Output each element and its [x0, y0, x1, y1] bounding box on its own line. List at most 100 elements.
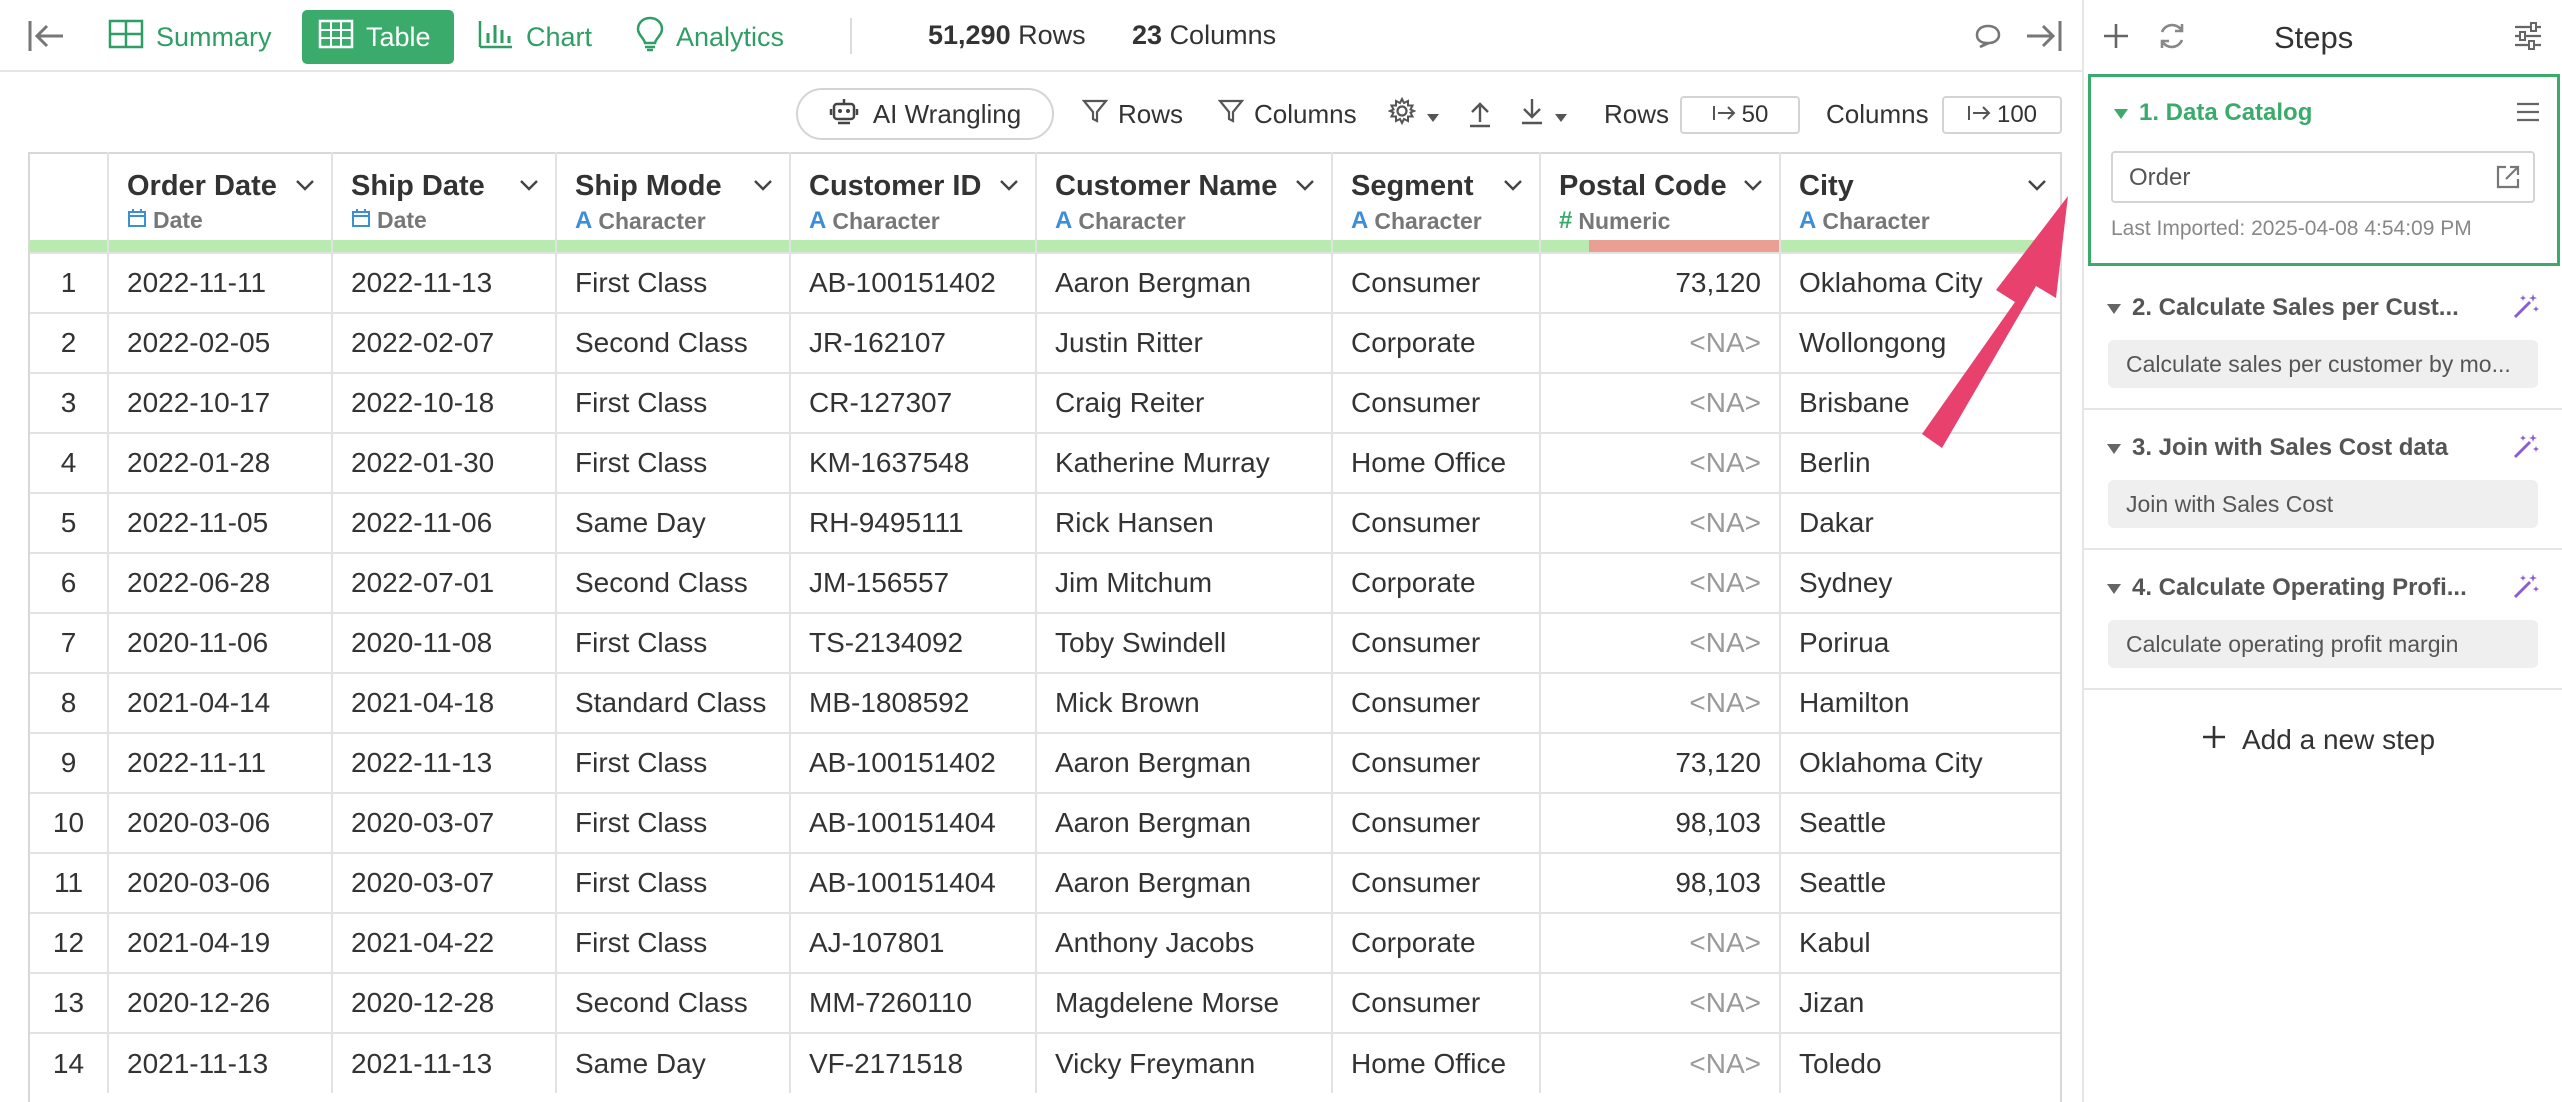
column-header[interactable]: Customer ID A Character: [790, 152, 1037, 253]
table-cell[interactable]: Consumer: [1332, 612, 1541, 673]
table-cell[interactable]: Brisbane: [1780, 372, 2060, 433]
sliders-icon[interactable]: [2508, 16, 2548, 56]
table-cell[interactable]: First Class: [556, 852, 791, 913]
step-1-title[interactable]: 1. Data Catalog: [2113, 99, 2312, 127]
table-cell[interactable]: 2022-10-17: [108, 372, 333, 433]
table-cell[interactable]: Kabul: [1780, 912, 2060, 973]
table-cell[interactable]: AJ-107801: [790, 912, 1037, 973]
table-cell[interactable]: Magdelene Morse: [1036, 972, 1333, 1033]
table-cell[interactable]: Home Office: [1332, 1032, 1541, 1093]
tab-analytics[interactable]: Analytics: [620, 10, 800, 64]
table-cell[interactable]: RH-9495111: [790, 492, 1037, 553]
table-cell[interactable]: Sydney: [1780, 552, 2060, 613]
table-row[interactable]: 13 2020-12-26 2020-12-28 Second Class MM-726…: [30, 972, 2060, 1033]
table-cell[interactable]: 2020-12-28: [332, 972, 557, 1033]
table-cell[interactable]: Mick Brown: [1036, 672, 1333, 733]
table-cell[interactable]: Consumer: [1332, 372, 1541, 433]
table-cell[interactable]: First Class: [556, 912, 791, 973]
table-row[interactable]: 6 2022-06-28 2022-07-01 Second Class JM-1565…: [30, 552, 2060, 613]
table-cell[interactable]: <NA>: [1540, 672, 1781, 733]
table-cell[interactable]: AB-100151404: [790, 792, 1037, 853]
chevron-down-icon[interactable]: [295, 178, 315, 196]
column-header[interactable]: Ship Mode A Character: [556, 152, 791, 253]
table-cell[interactable]: 2022-02-05: [108, 312, 333, 373]
table-cell[interactable]: <NA>: [1540, 312, 1781, 373]
table-cell[interactable]: Toledo: [1780, 1032, 2060, 1093]
table-row[interactable]: 7 2020-11-06 2020-11-08 First Class TS-21340…: [30, 612, 2060, 673]
hamburger-menu-icon[interactable]: [2515, 101, 2541, 128]
table-cell[interactable]: Second Class: [556, 552, 791, 613]
table-cell[interactable]: Seattle: [1780, 792, 2060, 853]
rows-filter-button[interactable]: Rows: [1081, 94, 1183, 134]
add-new-step-button[interactable]: Add a new step: [2202, 724, 2435, 756]
table-cell[interactable]: 2020-03-07: [332, 852, 557, 913]
table-row[interactable]: 3 2022-10-17 2022-10-18 First Class CR-12730…: [30, 372, 2060, 433]
table-cell[interactable]: Home Office: [1332, 432, 1541, 493]
table-cell[interactable]: 98,103: [1540, 792, 1781, 853]
table-cell[interactable]: 2022-01-28: [108, 432, 333, 493]
table-row[interactable]: 1 2022-11-11 2022-11-13 First Class AB-10015…: [30, 252, 2060, 313]
step-card-operating-profit[interactable]: 4. Calculate Operating Profi... Calculat…: [2084, 550, 2562, 690]
table-cell[interactable]: <NA>: [1540, 612, 1781, 673]
table-cell[interactable]: 2021-04-19: [108, 912, 333, 973]
table-cell[interactable]: <NA>: [1540, 372, 1781, 433]
table-cell[interactable]: Standard Class: [556, 672, 791, 733]
table-cell[interactable]: <NA>: [1540, 1032, 1781, 1093]
table-cell[interactable]: Toby Swindell: [1036, 612, 1333, 673]
table-cell[interactable]: First Class: [556, 372, 791, 433]
table-cell[interactable]: First Class: [556, 732, 791, 793]
settings-dropdown[interactable]: [1387, 94, 1440, 134]
table-cell[interactable]: 2022-11-06: [332, 492, 557, 553]
table-cell[interactable]: Consumer: [1332, 972, 1541, 1033]
external-link-icon[interactable]: [2495, 164, 2521, 197]
table-row[interactable]: 8 2021-04-14 2021-04-18 Standard Class MB-18…: [30, 672, 2060, 733]
table-cell[interactable]: AB-100151402: [790, 732, 1037, 793]
table-cell[interactable]: 2022-11-13: [332, 252, 557, 313]
table-row[interactable]: 4 2022-01-28 2022-01-30 First Class KM-16375…: [30, 432, 2060, 493]
table-cell[interactable]: Corporate: [1332, 552, 1541, 613]
table-cell[interactable]: 2020-03-07: [332, 792, 557, 853]
table-cell[interactable]: Anthony Jacobs: [1036, 912, 1333, 973]
table-cell[interactable]: Hamilton: [1780, 672, 2060, 733]
table-cell[interactable]: First Class: [556, 612, 791, 673]
table-cell[interactable]: JR-162107: [790, 312, 1037, 373]
table-cell[interactable]: Corporate: [1332, 912, 1541, 973]
table-row[interactable]: 10 2020-03-06 2020-03-07 First Class AB-1001…: [30, 792, 2060, 853]
chevron-down-icon[interactable]: [753, 178, 773, 196]
table-row[interactable]: 11 2020-03-06 2020-03-07 First Class AB-1001…: [30, 852, 2060, 913]
table-cell[interactable]: 2021-04-22: [332, 912, 557, 973]
table-cell[interactable]: Aaron Bergman: [1036, 792, 1333, 853]
tab-summary[interactable]: Summary: [92, 10, 288, 64]
table-cell[interactable]: Katherine Murray: [1036, 432, 1333, 493]
refresh-icon[interactable]: [2152, 16, 2192, 56]
table-cell[interactable]: 2020-03-06: [108, 852, 333, 913]
data-source-field[interactable]: Order: [2111, 151, 2535, 203]
table-cell[interactable]: TS-2134092: [790, 612, 1037, 673]
ai-wrangling-button[interactable]: AI Wrangling: [796, 88, 1054, 140]
table-cell[interactable]: 2022-11-13: [332, 732, 557, 793]
table-cell[interactable]: Aaron Bergman: [1036, 252, 1333, 313]
collapse-right-icon[interactable]: [2024, 16, 2064, 56]
table-cell[interactable]: 2020-03-06: [108, 792, 333, 853]
table-cell[interactable]: First Class: [556, 252, 791, 313]
table-cell[interactable]: 2022-01-30: [332, 432, 557, 493]
table-cell[interactable]: First Class: [556, 792, 791, 853]
tab-table[interactable]: Table: [302, 10, 454, 64]
table-cell[interactable]: 2022-11-11: [108, 732, 333, 793]
table-cell[interactable]: Consumer: [1332, 492, 1541, 553]
table-cell[interactable]: 2022-10-18: [332, 372, 557, 433]
table-cell[interactable]: VF-2171518: [790, 1032, 1037, 1093]
table-cell[interactable]: 98,103: [1540, 852, 1781, 913]
chevron-down-icon[interactable]: [519, 178, 539, 196]
comment-icon[interactable]: [1968, 16, 2008, 56]
column-header[interactable]: Customer Name A Character: [1036, 152, 1333, 253]
table-cell[interactable]: Corporate: [1332, 312, 1541, 373]
table-cell[interactable]: KM-1637548: [790, 432, 1037, 493]
step-card-calculate-sales[interactable]: 2. Calculate Sales per Cust... Calculate…: [2084, 270, 2562, 410]
table-cell[interactable]: 2022-02-07: [332, 312, 557, 373]
table-cell[interactable]: CR-127307: [790, 372, 1037, 433]
table-cell[interactable]: <NA>: [1540, 912, 1781, 973]
download-dropdown[interactable]: [1520, 94, 1568, 134]
table-cell[interactable]: Jim Mitchum: [1036, 552, 1333, 613]
upload-icon[interactable]: [1468, 94, 1492, 134]
